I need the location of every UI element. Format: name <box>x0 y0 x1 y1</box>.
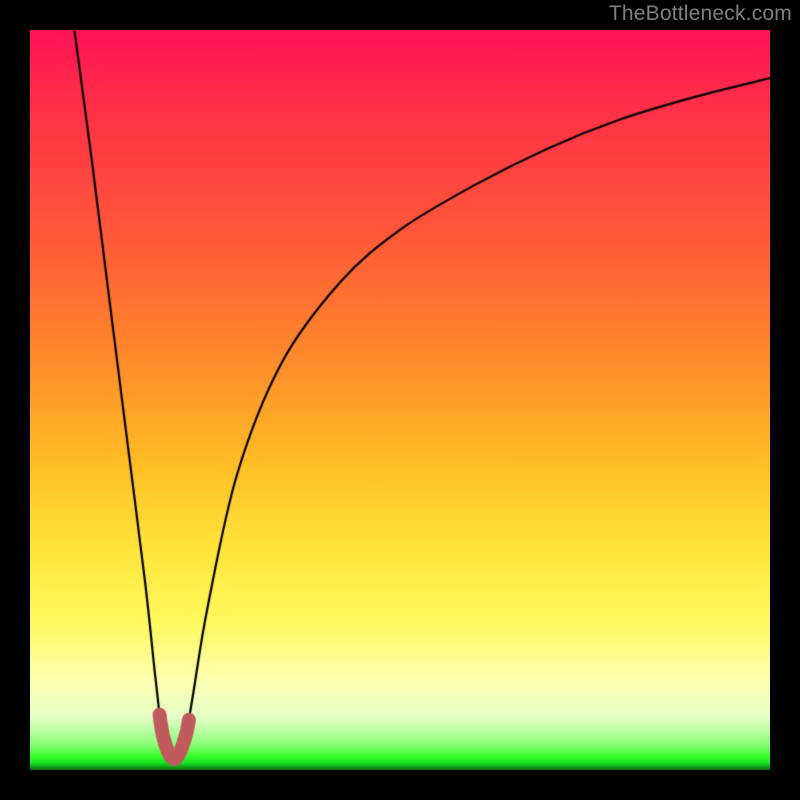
watermark: TheBottleneck.com <box>609 2 792 26</box>
plot-area <box>30 30 770 770</box>
chart-frame: TheBottleneck.com <box>0 0 800 800</box>
bottleneck-curve <box>30 30 770 770</box>
